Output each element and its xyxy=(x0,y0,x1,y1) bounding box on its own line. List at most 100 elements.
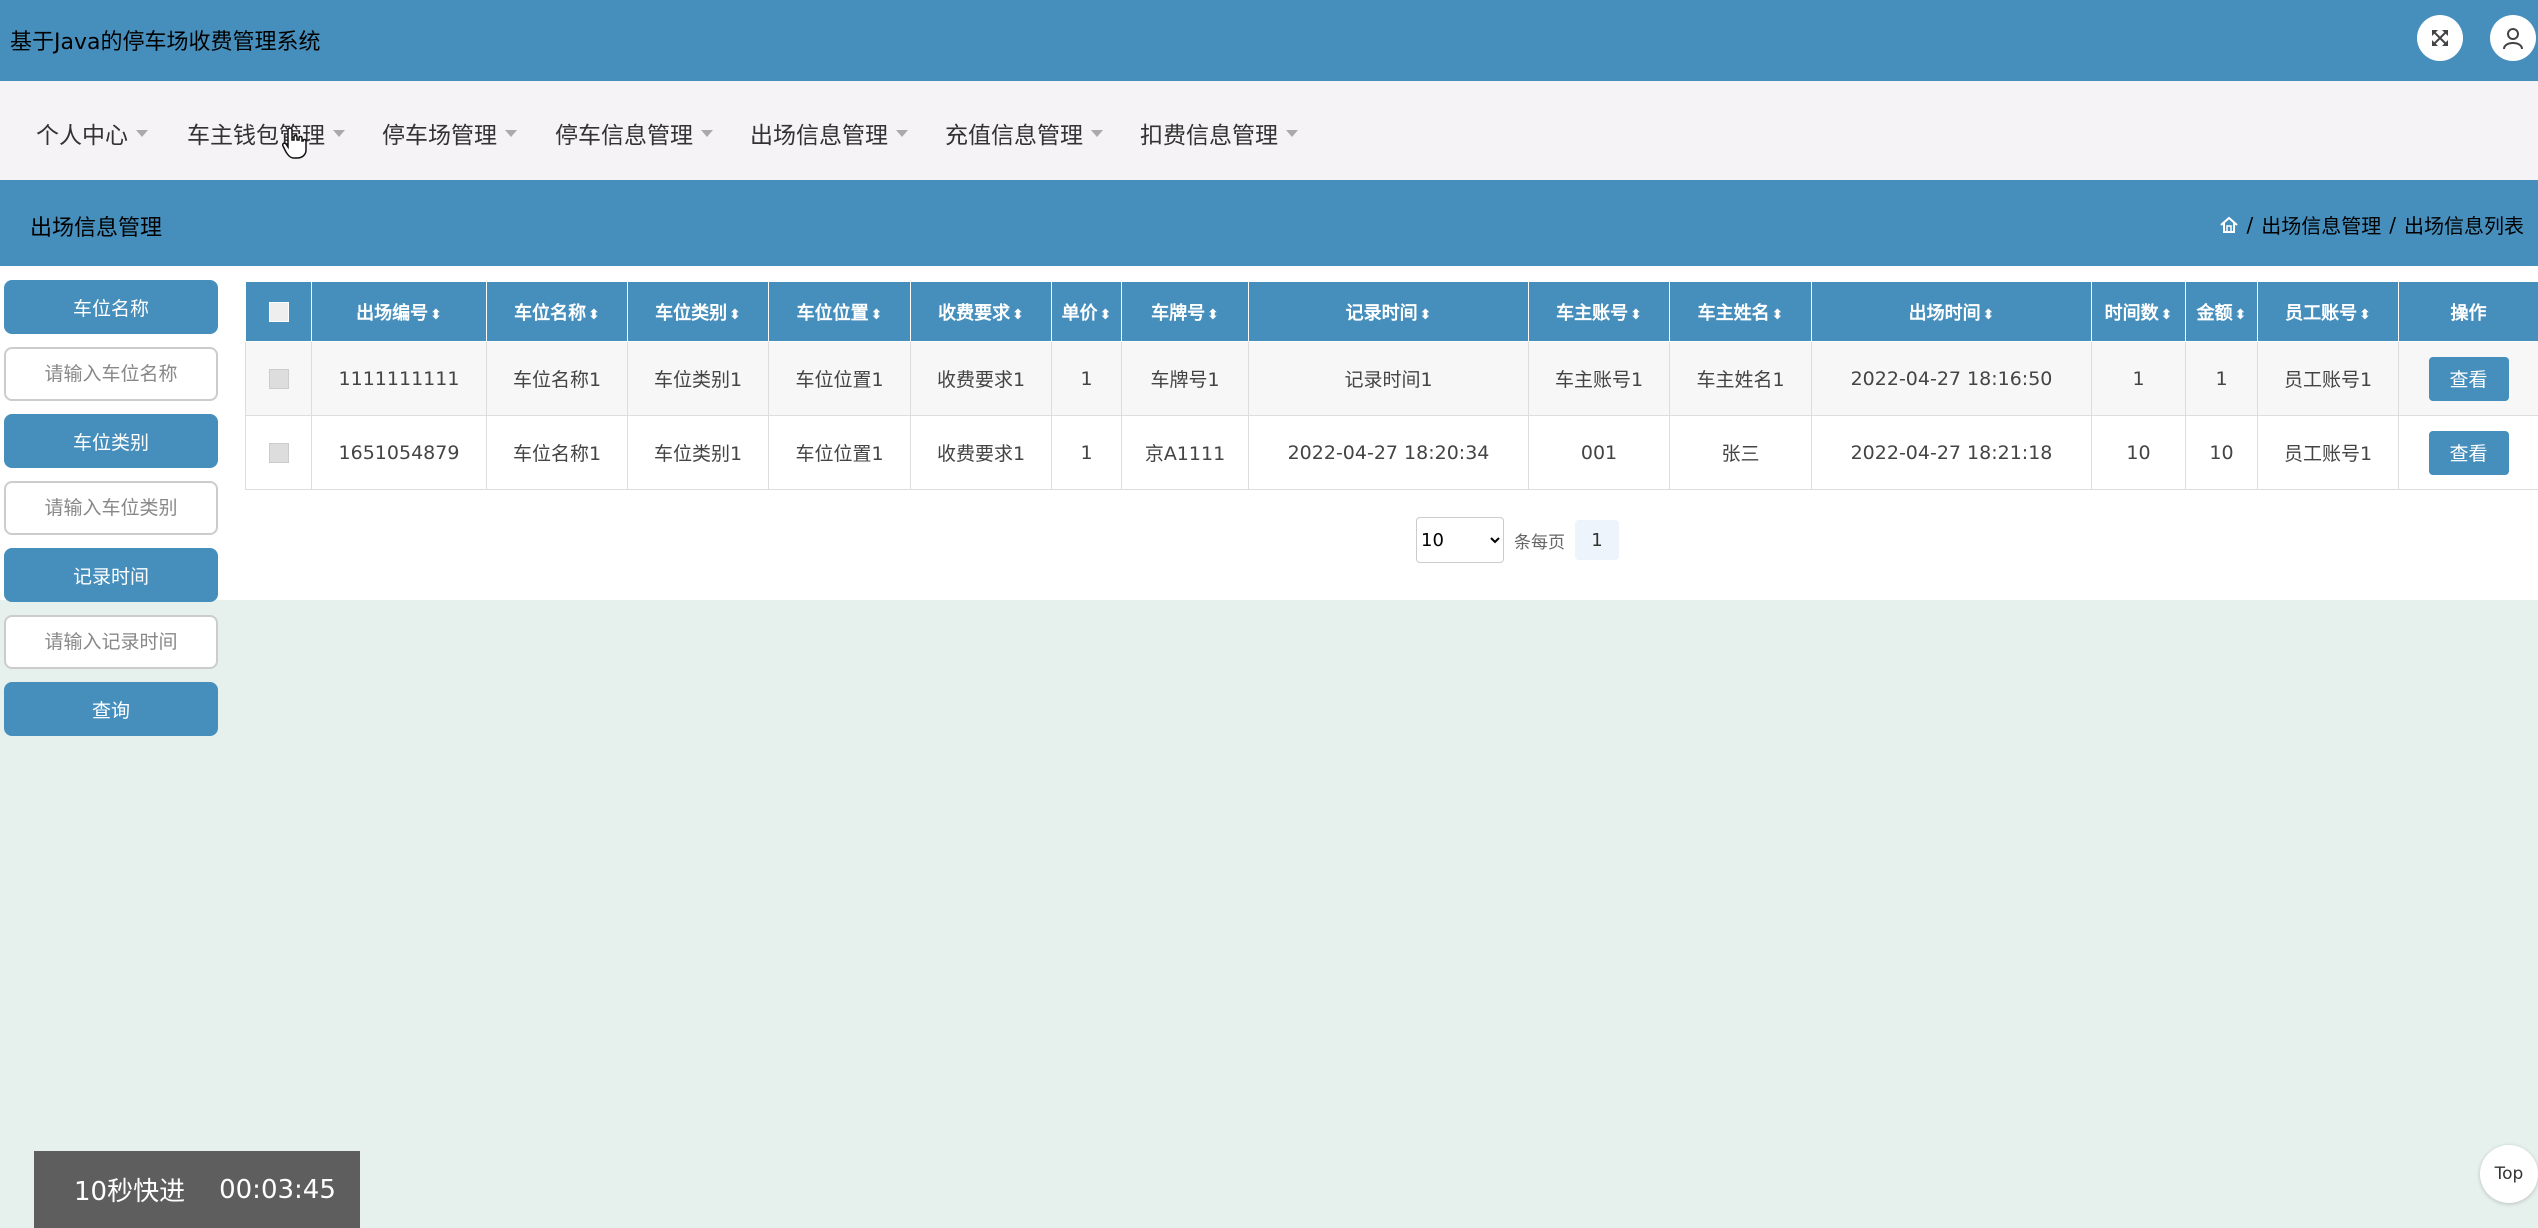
table-cell: 车位类别1 xyxy=(627,415,769,490)
menu-item-deduction-info[interactable]: 扣费信息管理 xyxy=(1140,116,1298,150)
view-button[interactable]: 查看 xyxy=(2428,356,2509,401)
table-cell: 2022-04-27 18:20:34 xyxy=(1248,415,1529,490)
app-title: 基于Java的停车场收费管理系统 xyxy=(10,30,321,55)
space-name-input[interactable] xyxy=(4,347,218,401)
column-header[interactable]: 金额 ⬍ xyxy=(2185,281,2258,342)
sort-icon: ⬍ xyxy=(588,306,600,323)
caret-down-icon xyxy=(136,129,148,137)
space-name-label: 车位名称 xyxy=(4,280,218,334)
caret-down-icon xyxy=(701,129,713,137)
table-cell: 1 xyxy=(2185,341,2258,416)
sort-icon: ⬍ xyxy=(1630,306,1642,323)
caret-down-icon xyxy=(1286,129,1298,137)
sort-icon: ⬍ xyxy=(1207,306,1219,323)
exit-info-table: 出场编号 ⬍ 车位名称 ⬍ 车位类别 ⬍ 车位位置 ⬍ 收费要求 ⬍ 单价 ⬍ 车牌号 ⬍ 记… xyxy=(245,281,2538,490)
table-cell: 1 xyxy=(2091,341,2186,416)
fullscreen-icon xyxy=(2432,30,2448,46)
sort-icon: ⬍ xyxy=(1012,306,1024,323)
menu-item-parking-lot[interactable]: 停车场管理 xyxy=(382,116,517,150)
table-cell: 员工账号1 xyxy=(2257,341,2399,416)
table-cell: 车位名称1 xyxy=(486,415,628,490)
table-header-row: 出场编号 ⬍ 车位名称 ⬍ 车位类别 ⬍ 车位位置 ⬍ 收费要求 ⬍ 单价 ⬍ 车牌号 ⬍ 记… xyxy=(245,281,2538,342)
breadcrumb-section[interactable]: 出场信息管理 xyxy=(2261,210,2381,239)
column-header[interactable]: 时间数 ⬍ xyxy=(2091,281,2186,342)
record-time-input[interactable] xyxy=(4,615,218,669)
sort-icon: ⬍ xyxy=(2160,306,2173,323)
row-checkbox[interactable] xyxy=(268,443,289,463)
home-icon[interactable] xyxy=(2219,215,2239,235)
select-all-checkbox[interactable] xyxy=(268,302,289,322)
top-bar xyxy=(0,0,2538,81)
table-row: 1111111111 车位名称1 车位类别1 车位位置1 收费要求1 1 车牌号… xyxy=(245,341,2538,416)
table-cell: 1651054879 xyxy=(311,415,487,490)
column-header[interactable]: 车牌号 ⬍ xyxy=(1121,281,1249,342)
column-header[interactable]: 车位类别 ⬍ xyxy=(627,281,769,342)
column-header[interactable]: 记录时间 ⬍ xyxy=(1248,281,1529,342)
sort-icon: ⬍ xyxy=(2359,306,2371,323)
fullscreen-button[interactable] xyxy=(2417,15,2463,61)
pagination: 10 条每页 1 xyxy=(1416,517,1619,563)
table-cell: 车主姓名1 xyxy=(1669,341,1812,416)
search-button[interactable]: 查询 xyxy=(4,682,218,736)
column-header[interactable]: 车主账号 ⬍ xyxy=(1528,281,1670,342)
video-overlay-bar: 10秒快进 00:03:45 xyxy=(34,1151,360,1228)
table-cell: 1111111111 xyxy=(311,341,487,416)
user-button[interactable] xyxy=(2490,15,2536,61)
menu-item-parking-info[interactable]: 停车信息管理 xyxy=(555,116,713,150)
table-cell: 10 xyxy=(2185,415,2258,490)
page-title: 出场信息管理 xyxy=(30,216,163,241)
table-cell: 1 xyxy=(1051,341,1122,416)
column-header[interactable]: 车主姓名 ⬍ xyxy=(1669,281,1812,342)
playback-time: 00:03:45 xyxy=(219,1174,336,1205)
view-button[interactable]: 查看 xyxy=(2428,430,2509,475)
column-header[interactable]: 车位名称 ⬍ xyxy=(486,281,628,342)
space-type-input[interactable] xyxy=(4,481,218,535)
table-cell: 京A1111 xyxy=(1121,415,1249,490)
record-time-label: 记录时间 xyxy=(4,548,218,602)
sort-icon: ⬍ xyxy=(1419,306,1432,323)
column-header[interactable]: 出场时间 ⬍ xyxy=(1811,281,2092,342)
column-header[interactable]: 员工账号 ⬍ xyxy=(2257,281,2399,342)
caret-down-icon xyxy=(896,129,908,137)
table-cell: 车位位置1 xyxy=(768,415,911,490)
table-cell: 记录时间1 xyxy=(1248,341,1529,416)
page-number-button[interactable]: 1 xyxy=(1575,520,1619,560)
sort-icon: ⬍ xyxy=(1099,306,1112,323)
page-header-band xyxy=(0,180,2538,266)
breadcrumb: / 出场信息管理 / 出场信息列表 xyxy=(2219,210,2524,239)
table-cell: 2022-04-27 18:21:18 xyxy=(1811,415,2092,490)
column-header[interactable]: 收费要求 ⬍ xyxy=(910,281,1052,342)
fast-forward-button[interactable]: 10秒快进 xyxy=(74,1171,185,1208)
table-row: 1651054879 车位名称1 车位类别1 车位位置1 收费要求1 1 京A1… xyxy=(245,415,2538,490)
back-to-top-button[interactable]: Top xyxy=(2480,1145,2538,1203)
table-cell: 2022-04-27 18:16:50 xyxy=(1811,341,2092,416)
user-icon xyxy=(2503,28,2523,50)
sort-icon: ⬍ xyxy=(729,306,741,323)
table-cell: 收费要求1 xyxy=(910,341,1052,416)
table-cell: 收费要求1 xyxy=(910,415,1052,490)
column-header-actions: 操作 xyxy=(2398,281,2538,342)
column-header[interactable]: 单价 ⬍ xyxy=(1051,281,1122,342)
menu-item-exit-info[interactable]: 出场信息管理 xyxy=(750,116,908,150)
sort-icon: ⬍ xyxy=(430,306,442,323)
caret-down-icon xyxy=(505,129,517,137)
space-type-label: 车位类别 xyxy=(4,414,218,468)
menu-item-owner-wallet[interactable]: 车主钱包管理 xyxy=(187,116,345,150)
page-size-select[interactable]: 10 xyxy=(1416,517,1504,563)
menu-item-recharge-info[interactable]: 充值信息管理 xyxy=(945,116,1103,150)
sort-icon: ⬍ xyxy=(1771,306,1784,323)
table-cell: 001 xyxy=(1528,415,1670,490)
menu-item-personal-center[interactable]: 个人中心 xyxy=(36,116,148,150)
table-cell: 10 xyxy=(2091,415,2186,490)
hand-cursor-icon xyxy=(282,127,307,159)
table-cell: 张三 xyxy=(1669,415,1812,490)
sort-icon: ⬍ xyxy=(1982,306,1995,323)
select-all-cell xyxy=(245,281,312,342)
sort-icon: ⬍ xyxy=(870,306,883,323)
table-cell: 员工账号1 xyxy=(2257,415,2399,490)
column-header[interactable]: 出场编号 ⬍ xyxy=(311,281,487,342)
row-checkbox[interactable] xyxy=(268,369,289,389)
caret-down-icon xyxy=(1091,129,1103,137)
breadcrumb-current: 出场信息列表 xyxy=(2404,214,2524,238)
column-header[interactable]: 车位位置 ⬍ xyxy=(768,281,911,342)
